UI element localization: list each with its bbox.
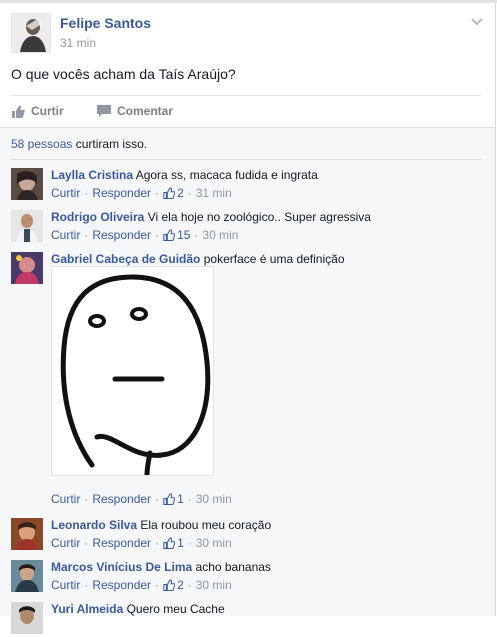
comment-timestamp[interactable]: 30 min [202,228,238,242]
likes-suffix: curtiram isso. [75,137,148,151]
comment-reply-button[interactable]: Responder [92,186,151,200]
comment-button[interactable]: Comentar [97,104,173,118]
comment-text: Agora ss, macaca fudida e ingrata [135,168,318,182]
like-count-thumb-icon [163,537,176,549]
comment-timestamp[interactable]: 30 min [196,492,232,506]
like-count-thumb-icon [163,493,176,505]
comment-text: acho bananas [195,560,271,574]
comment-text: Quero meu Cache [126,602,225,616]
author-avatar[interactable] [11,13,51,53]
comment-meta: Curtir · Responder · 1 · 30 min [51,536,232,550]
post-timestamp[interactable]: 31 min [60,36,96,50]
commenter-avatar[interactable] [11,560,43,592]
comment-bubble-icon [97,105,111,117]
comment-timestamp[interactable]: 30 min [196,578,232,592]
post-card: Felipe Santos 31 min O que vocês acham d… [0,3,496,127]
commenter-name[interactable]: Yuri Almeida [51,602,123,616]
comment-reply-button[interactable]: Responder [92,492,151,506]
like-count-thumb-icon [163,579,176,591]
commenter-name[interactable]: Gabriel Cabeça de Guidão [51,252,200,266]
likes-count-link[interactable]: 58 pessoas [11,137,72,151]
comment-like-button[interactable]: Curtir [51,186,80,200]
comment-like-button[interactable]: Curtir [51,536,80,550]
comment-meta: Curtir · Responder · 1 · 30 min [51,492,232,506]
comment-like-count[interactable]: 2 [163,186,184,200]
comment-text: Ela roubou meu coração [140,518,272,532]
commenter-name[interactable]: Leonardo Silva [51,518,137,532]
divider [11,159,481,160]
comment-like-button[interactable]: Curtir [51,228,80,242]
comment-reply-button[interactable]: Responder [92,228,151,242]
commenter-avatar[interactable] [11,602,43,634]
post-author-name[interactable]: Felipe Santos [60,15,151,31]
comment-meta: Curtir · Responder · 2 · 30 min [51,578,232,592]
comment-timestamp[interactable]: 30 min [196,536,232,550]
chevron-down-icon[interactable] [471,15,483,26]
like-button[interactable]: Curtir [11,104,64,118]
comment-text: Vi ela hoje no zoológico.. Super agressi… [147,210,371,224]
commenter-name[interactable]: Rodrigo Oliveira [51,210,144,224]
comment-like-count[interactable]: 2 [163,578,184,592]
comment-timestamp[interactable]: 31 min [196,186,232,200]
comment-text: pokerface é uma definição [203,252,345,266]
like-count-thumb-icon [163,187,176,199]
comment-meta: Curtir · Responder · 2 · 31 min [51,186,232,200]
commenter-avatar[interactable] [11,518,43,550]
comment-meta: Curtir · Responder · 15 · 30 min [51,228,239,242]
like-thumb-icon [11,105,25,118]
like-label: Curtir [31,104,64,118]
commenter-name[interactable]: Marcos Vinícius De Lima [51,560,192,574]
commenter-avatar[interactable] [11,252,43,284]
comment-like-button[interactable]: Curtir [51,492,80,506]
commenter-avatar[interactable] [11,210,43,242]
commenter-name[interactable]: Laylla Cristina [51,168,133,182]
comments-section: 58 pessoas curtiram isso. Laylla Cristin… [0,127,496,634]
comment-label: Comentar [117,104,174,118]
divider [11,95,481,96]
comment-image[interactable] [51,266,214,478]
comment-reply-button[interactable]: Responder [92,536,151,550]
likes-summary: 58 pessoas curtiram isso. [11,137,147,151]
like-count-thumb-icon [163,229,176,241]
comment-like-count[interactable]: 1 [163,536,184,550]
comment-like-button[interactable]: Curtir [51,578,80,592]
comment-like-count[interactable]: 15 [163,228,190,242]
comment-reply-button[interactable]: Responder [92,578,151,592]
post-text: O que vocês acham da Taís Araújo? [11,66,236,82]
comment-like-count[interactable]: 1 [163,492,184,506]
commenter-avatar[interactable] [11,168,43,200]
